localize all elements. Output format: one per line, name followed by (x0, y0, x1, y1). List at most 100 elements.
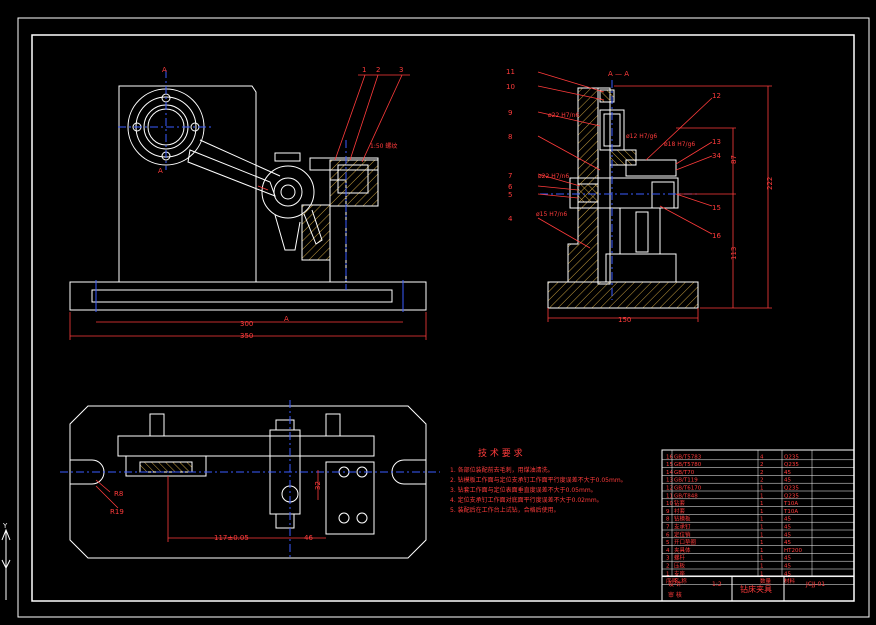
fit-15: ø15 H7/n6 (536, 211, 567, 218)
tech-requirements: 技 术 要 求 1. 各部位装配前去毛刺，用煤油清洗。 2. 钻模板工作面与定位… (450, 447, 627, 514)
title-block-cell-qty: 2 (760, 462, 764, 468)
title-block-cell-name: GB/T119 (674, 478, 698, 484)
inner-frame (31, 34, 855, 602)
title-block-cell-qty: 2 (760, 470, 764, 476)
callout-15: 15 (712, 204, 721, 212)
tech-item-5: 5. 装配后在工作台上试钻，合格后使用。 (450, 506, 560, 514)
tech-item-3: 3. 钻套工作面与定位表面垂直度误差不大于0.05mm。 (450, 486, 597, 494)
title-block-cell-qty: 1 (760, 548, 764, 554)
callout-11: 11 (506, 68, 515, 76)
dim-46: 46 (304, 534, 313, 542)
title-block-cell-name: 压板 (674, 562, 686, 570)
tech-item-2: 2. 钻模板工作面与定位支承钉工作面平行度误差不大于0.05mm。 (450, 476, 627, 484)
title-block: 16 GB/T5783 4 Q23515 GB/T5780 2 Q23514 GB/T70 2 4… (661, 449, 855, 602)
title-block-cell-mat: T10A (783, 501, 798, 507)
title-block-cell-qty: 1 (760, 556, 764, 562)
title-block-cell-name: 支承钉 (674, 523, 691, 531)
drawing-canvas: A A A 300 350 1 2 3 1:50 螺纹 A — A 11 10 … (1, 17, 870, 618)
callout-10: 10 (506, 83, 515, 91)
tech-item-4: 4. 定位支承钉工作面对底面平行度误差不大于0.02mm。 (450, 496, 603, 504)
front-view (69, 70, 427, 312)
callout-5: 5 (508, 191, 512, 199)
title-block-cell-mat: 材料 (784, 577, 796, 585)
callout-34: 34 (712, 152, 721, 160)
title-block-cell-qty: 数量 (760, 577, 772, 585)
dim-32: 32 (314, 481, 322, 490)
fit-22a: ø22 H7/n6 (548, 112, 579, 119)
title-block-cell-mat: HT200 (784, 548, 802, 554)
callout-9: 9 (508, 109, 512, 117)
title-block-cell-mat: Q235 (784, 454, 799, 460)
dim-113: 113 (730, 247, 738, 260)
title-block-cell-no: 5 (666, 540, 670, 546)
title-block-cell-name: 衬套 (674, 507, 686, 515)
title-block-cell-no: 2 (666, 564, 670, 570)
title-block-review: 审 核 (668, 591, 682, 599)
title-block-cell-no: 6 (666, 532, 670, 538)
tech-title: 技 术 要 求 (478, 447, 523, 459)
title-block-cell-name: GB/T848 (674, 493, 698, 499)
section-title: A — A (608, 70, 629, 78)
title-block-cell-qty: 1 (760, 501, 764, 507)
front-note: 1:50 螺纹 (370, 142, 397, 150)
title-block-cell-no: 13 (666, 478, 673, 484)
title-block-cell-no: 16 (666, 454, 673, 460)
title-block-cell-no: 9 (666, 509, 670, 515)
title-block-cell-no: 3 (666, 556, 670, 562)
title-block-cell-name: 定位销 (674, 530, 691, 538)
title-block-cell-no: 8 (666, 517, 670, 523)
title-block-rows: 16 GB/T5783 4 Q23515 GB/T5780 2 Q23514 GB/T70 2 4… (662, 450, 854, 585)
title-block-cell-name: 钻模板 (674, 515, 691, 523)
title-block-cell-no: 7 (666, 525, 670, 531)
title-block-cell-no: 4 (666, 548, 670, 554)
callout-13: 13 (712, 138, 721, 146)
title-block-cell-no: 10 (666, 501, 673, 507)
title-block-cell-mat: 45 (784, 517, 791, 523)
title-block-cell-name: GB/T5780 (674, 462, 702, 468)
title-block-cell-name: GB/T6170 (674, 486, 702, 492)
callout-1: 1 (362, 66, 366, 74)
front-section-mark-bottom: A (158, 167, 163, 175)
title-block-cell-no: 15 (666, 462, 673, 468)
dim-r19: R19 (110, 508, 124, 516)
title-block-cell-name: 钻套 (674, 499, 686, 507)
title-block-cell-mat: 45 (784, 478, 791, 484)
callout-2: 2 (376, 66, 380, 74)
title-block-cell-mat: T10A (783, 509, 798, 515)
dim-r8: R8 (114, 490, 123, 498)
title-block-cell-name: 夹具体 (674, 546, 691, 554)
fit-22b: ø22 H7/n6 (538, 173, 569, 180)
fit-18: ø18 H7/g6 (664, 141, 695, 148)
title-block-cell-no: 14 (666, 470, 673, 476)
title-block-name: 钻床夹具 (740, 584, 772, 594)
dim-150: 150 (618, 316, 631, 324)
title-block-cell-qty: 1 (760, 493, 764, 499)
title-block-scale: 1:2 (712, 581, 722, 588)
callout-8-top: 8 (508, 133, 512, 141)
title-block-cell-qty: 1 (760, 540, 764, 546)
top-view (60, 400, 440, 560)
callout-4: 4 (508, 215, 513, 223)
front-view-annotations (69, 74, 427, 340)
front-section-mark-top: A (162, 66, 167, 74)
top-view-dimensions (95, 470, 326, 542)
title-block-cell-qty: 2 (760, 478, 764, 484)
ucs-y-label: Y (2, 522, 8, 530)
callout-3: 3 (399, 66, 403, 74)
title-block-cell-mat: Q235 (784, 493, 799, 499)
title-block-cell-name: 开口垫圈 (674, 538, 697, 546)
title-block-cell-mat: 45 (784, 564, 791, 570)
outer-frame (17, 17, 870, 618)
title-block-cell-mat: Q235 (784, 462, 799, 468)
title-block-cell-mat: 45 (784, 540, 791, 546)
title-block-cell-qty: 1 (760, 509, 764, 515)
title-block-cell-name: 螺杆 (674, 554, 686, 562)
fit-12: ø12 H7/g6 (626, 133, 657, 140)
callout-6: 6 (508, 183, 513, 191)
title-block-cell-mat: 45 (784, 532, 791, 538)
title-block-cell-qty: 1 (760, 517, 764, 523)
title-block-cell-mat: 45 (784, 470, 791, 476)
title-block-cell-mat: Q235 (784, 486, 799, 492)
dim-350: 350 (240, 332, 253, 340)
title-block-cell-mat: 45 (784, 525, 791, 531)
